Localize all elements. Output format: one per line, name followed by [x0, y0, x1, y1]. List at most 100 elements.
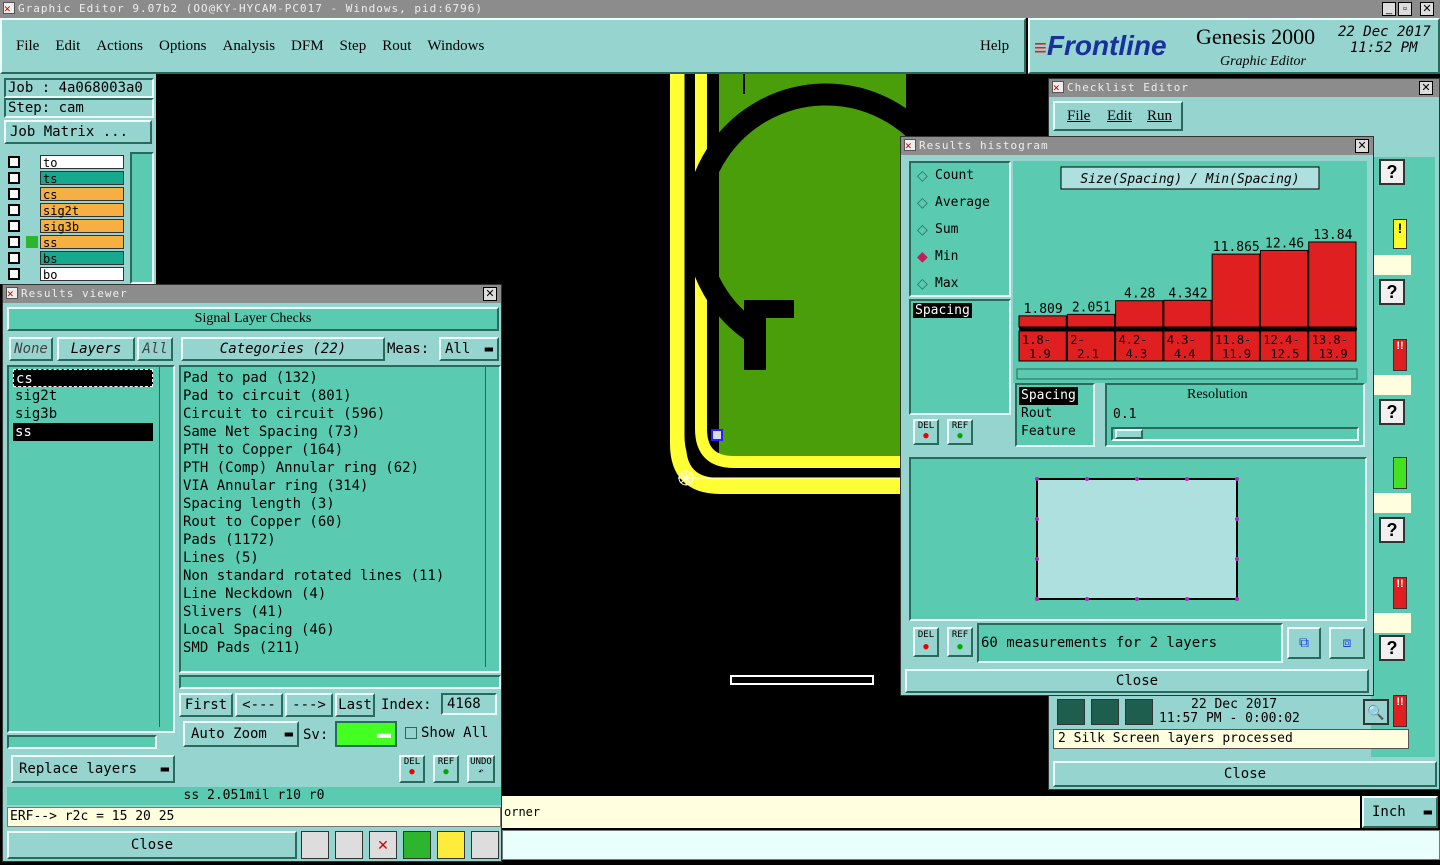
layer-checkbox[interactable]: [8, 268, 20, 280]
categories-vscroll[interactable]: [485, 367, 497, 667]
all-layers-button[interactable]: All: [137, 337, 173, 361]
layer-name[interactable]: sig3b: [40, 219, 124, 234]
category-item[interactable]: SMD Pads (211): [183, 639, 483, 657]
menu-step[interactable]: Step: [340, 38, 367, 54]
field-list-2-item[interactable]: Feature: [1019, 423, 1078, 441]
category-item[interactable]: VIA Annular ring (314): [183, 477, 483, 495]
auto-zoom-select[interactable]: Auto Zoom ▬: [183, 721, 299, 747]
menu-rout[interactable]: Rout: [382, 38, 411, 54]
category-item[interactable]: Circuit to circuit (596): [183, 405, 483, 423]
layer-row[interactable]: sig3b: [6, 218, 124, 234]
histogram-bar[interactable]: [1259, 249, 1309, 328]
zoom-icon[interactable]: 🔍: [1363, 699, 1389, 725]
reset-icon[interactable]: ✕: [369, 831, 397, 859]
help-icon[interactable]: ?: [1379, 517, 1405, 543]
layer-list-item[interactable]: ss: [13, 423, 153, 441]
command-line-input[interactable]: ERF--> r2c = 15 20 25: [7, 807, 501, 827]
notes-icon[interactable]: [437, 831, 465, 859]
layer-name[interactable]: cs: [40, 187, 124, 202]
checklist-close-button[interactable]: Close: [1053, 761, 1437, 787]
menu-dfm[interactable]: DFM: [291, 38, 324, 54]
index-input[interactable]: 4168: [441, 693, 497, 715]
hist-ref-button[interactable]: REF ●: [947, 419, 973, 445]
category-item[interactable]: PTH (Comp) Annular ring (62): [183, 459, 483, 477]
menu-analysis[interactable]: Analysis: [223, 38, 276, 54]
layer-row[interactable]: sig2t: [6, 202, 124, 218]
maximize-icon[interactable]: ▫: [1398, 2, 1412, 16]
hist-del-button[interactable]: DEL ●: [913, 419, 939, 445]
last-button[interactable]: Last: [335, 693, 375, 717]
categories-button[interactable]: Categories (22): [181, 337, 385, 361]
categories-listbox[interactable]: Pad to pad (132) Pad to circuit (801) Circ…: [179, 365, 501, 673]
layer-checkbox[interactable]: [8, 188, 20, 200]
minimize-icon[interactable]: _: [1382, 2, 1396, 16]
option-min[interactable]: ◆ Min: [915, 248, 1009, 268]
layer-row[interactable]: ts: [6, 170, 124, 186]
layer-scrollbar[interactable]: [130, 152, 154, 284]
layer-icon[interactable]: [301, 831, 329, 859]
slider-thumb[interactable]: [1115, 429, 1143, 439]
category-item[interactable]: Rout to Copper (60): [183, 513, 483, 531]
undo-button[interactable]: UNDO ↶: [467, 755, 495, 783]
layer-row[interactable]: ss: [6, 234, 124, 250]
step-icon[interactable]: [403, 831, 431, 859]
run-selected-icon[interactable]: [1125, 699, 1153, 725]
meas-select[interactable]: All ▬: [439, 337, 499, 361]
histogram-bar[interactable]: [1018, 315, 1067, 328]
option-max[interactable]: ◇ Max: [915, 275, 1009, 295]
field-list-2-item[interactable]: Spacing: [1019, 387, 1078, 405]
checklist-close-icon[interactable]: ✕: [1419, 81, 1433, 95]
layer-list-item[interactable]: sig3b: [13, 405, 153, 423]
bottom-input-bar[interactable]: [502, 830, 1440, 860]
layers-vscroll[interactable]: [159, 367, 171, 727]
radio-diamond-icon[interactable]: ◇: [917, 221, 928, 238]
layer-name[interactable]: to: [40, 155, 124, 170]
radio-diamond-icon[interactable]: ◇: [917, 275, 928, 292]
histogram-close-button[interactable]: Close: [905, 669, 1369, 693]
show-selected-icon[interactable]: ⧈: [1329, 627, 1365, 659]
show-all-results-icon[interactable]: ⧉: [1287, 627, 1321, 659]
menu-windows[interactable]: Windows: [427, 38, 484, 54]
run-all-icon[interactable]: [1091, 699, 1119, 725]
help-icon[interactable]: ?: [1379, 159, 1405, 185]
layer-checkbox[interactable]: [8, 172, 20, 184]
layer-row[interactable]: cs: [6, 186, 124, 202]
layer-checkbox[interactable]: [8, 252, 20, 264]
category-item[interactable]: PTH to Copper (164): [183, 441, 483, 459]
field-list-1-item[interactable]: Spacing: [913, 303, 972, 318]
category-item[interactable]: Line Neckdown (4): [183, 585, 483, 603]
radio-diamond-icon[interactable]: ◇: [917, 167, 928, 184]
category-item[interactable]: Same Net Spacing (73): [183, 423, 483, 441]
chart-icon[interactable]: [471, 831, 499, 859]
layer-row[interactable]: bo: [6, 266, 124, 282]
help-menu[interactable]: Help: [980, 38, 1009, 55]
menu-edit[interactable]: Edit: [55, 38, 80, 54]
layers-hscroll[interactable]: [7, 735, 157, 749]
results-close-button[interactable]: Close: [7, 831, 297, 859]
del-button[interactable]: DEL ●: [399, 755, 425, 783]
field-list-2-item[interactable]: Rout: [1019, 405, 1078, 423]
hist-ref-button-2[interactable]: REF ●: [947, 627, 973, 657]
histogram-close-icon[interactable]: ✕: [1355, 139, 1369, 153]
categories-hscroll[interactable]: [179, 675, 501, 689]
hist-del-button-2[interactable]: DEL ●: [913, 627, 939, 657]
layer-name[interactable]: sig2t: [40, 203, 124, 218]
first-button[interactable]: First: [179, 693, 233, 717]
menu-actions[interactable]: Actions: [96, 38, 143, 54]
layer-list-item[interactable]: cs: [13, 369, 153, 387]
menu-file[interactable]: File: [16, 38, 39, 54]
monitor-icon[interactable]: [335, 831, 363, 859]
option-count[interactable]: ◇ Count: [915, 167, 1009, 187]
next-button[interactable]: --->: [285, 693, 333, 717]
histogram-bar[interactable]: [1308, 241, 1357, 328]
layers-listbox[interactable]: cs sig2t sig3b ss: [7, 365, 175, 733]
layer-checkbox[interactable]: [8, 156, 20, 168]
category-item[interactable]: Slivers (41): [183, 603, 483, 621]
layer-checkbox[interactable]: [8, 236, 20, 248]
category-item[interactable]: Pad to pad (132): [183, 369, 483, 387]
checklist-menu-run[interactable]: Run: [1147, 108, 1172, 125]
histogram-bar[interactable]: [1115, 300, 1164, 328]
layer-list-item[interactable]: sig2t: [13, 387, 153, 405]
layer-row[interactable]: bs: [6, 250, 124, 266]
layer-name[interactable]: ts: [40, 171, 124, 186]
